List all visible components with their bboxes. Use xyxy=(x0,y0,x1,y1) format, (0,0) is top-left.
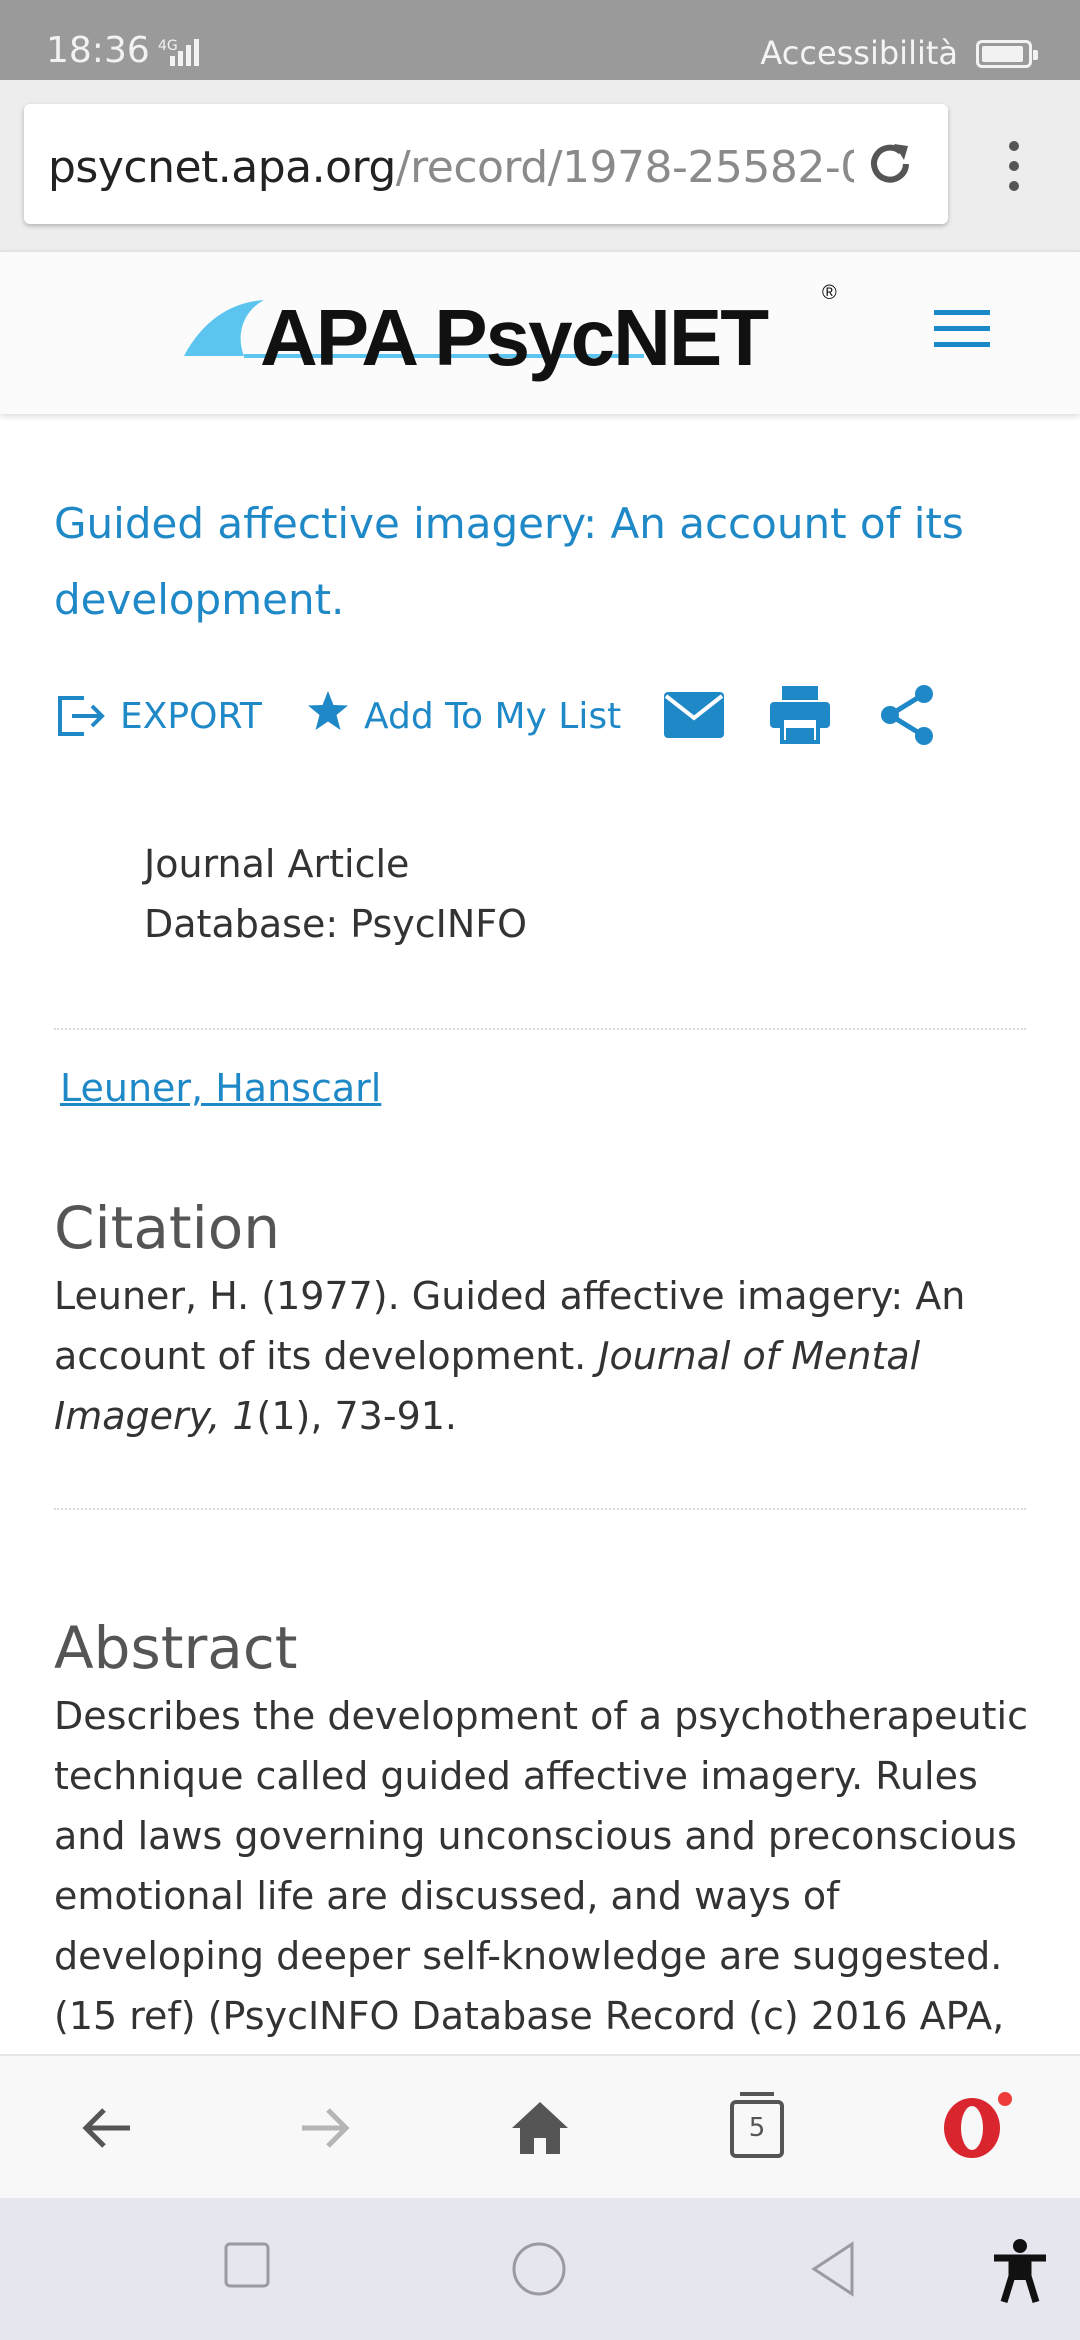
email-icon[interactable] xyxy=(662,690,726,740)
citation-issue-pages: (1), 73-91. xyxy=(256,1394,457,1438)
star-icon xyxy=(308,691,348,730)
accessibility-label: Accessibilità xyxy=(760,34,958,72)
system-back-icon[interactable] xyxy=(808,2240,858,2298)
recent-apps-icon[interactable] xyxy=(222,2240,272,2290)
divider xyxy=(54,1028,1026,1030)
tabs-button[interactable]: 5 xyxy=(730,2092,784,2158)
status-bar: 18:36 4G Accessibilità xyxy=(0,0,1080,80)
record-title[interactable]: Guided affective imagery: An account of … xyxy=(54,486,994,638)
citation-text: Leuner, H. (1977). Guided affective imag… xyxy=(54,1266,1034,1446)
address-bar[interactable]: psycnet.apa.org/record/1978-25582-001 xyxy=(24,104,948,224)
status-time: 18:36 xyxy=(46,30,150,71)
opera-menu-icon[interactable] xyxy=(940,2096,1004,2160)
reload-icon[interactable] xyxy=(862,136,918,192)
share-icon[interactable] xyxy=(878,684,938,746)
export-icon xyxy=(58,696,105,736)
record-database: Database: PsycINFO xyxy=(144,902,528,946)
apa-psycnet-logo[interactable]: APA PsycNET ® xyxy=(184,282,844,392)
export-label: EXPORT xyxy=(120,695,262,737)
logo-registered-mark: ® xyxy=(822,282,837,304)
divider xyxy=(54,1508,1026,1510)
browser-menu-icon[interactable] xyxy=(1000,136,1028,196)
browser-toolbar: psycnet.apa.org/record/1978-25582-001 xyxy=(0,80,1080,250)
forward-icon[interactable] xyxy=(292,2096,356,2160)
home-icon[interactable] xyxy=(508,2096,572,2160)
add-to-list-button[interactable]: Add To My List xyxy=(306,676,621,756)
citation-heading: Citation xyxy=(54,1194,280,1262)
url-host: psycnet.apa.org xyxy=(48,142,396,193)
record-type: Journal Article xyxy=(144,842,410,886)
system-nav-bar xyxy=(0,2198,1080,2340)
back-icon[interactable] xyxy=(76,2096,140,2160)
notification-dot xyxy=(998,2092,1012,2106)
abstract-heading: Abstract xyxy=(54,1614,298,1682)
url-path: /record/1978-25582-001 xyxy=(395,142,854,193)
record-meta: Journal Article Database: PsycINFO xyxy=(144,834,527,954)
home-circle-icon[interactable] xyxy=(510,2240,568,2298)
add-to-list-label: Add To My List xyxy=(364,695,622,737)
url-text[interactable]: psycnet.apa.org/record/1978-25582-001 xyxy=(48,142,854,193)
battery-icon xyxy=(976,40,1038,68)
accessibility-icon[interactable] xyxy=(990,2238,1050,2304)
signal-icon xyxy=(170,39,199,66)
record-actions: EXPORT Add To My List xyxy=(56,676,1036,756)
export-button[interactable]: EXPORT xyxy=(56,676,262,756)
author-link[interactable]: Leuner, Hanscarl xyxy=(60,1066,381,1110)
abstract-text: Describes the development of a psychothe… xyxy=(54,1694,1028,2038)
record-content: Guided affective imagery: An account of … xyxy=(0,414,1080,2054)
site-header: APA PsycNET ® xyxy=(0,250,1080,414)
logo-text: APA PsycNET xyxy=(260,293,769,382)
menu-icon[interactable] xyxy=(934,310,990,354)
print-icon[interactable] xyxy=(768,684,832,744)
browser-bottom-nav: 5 xyxy=(0,2054,1080,2198)
